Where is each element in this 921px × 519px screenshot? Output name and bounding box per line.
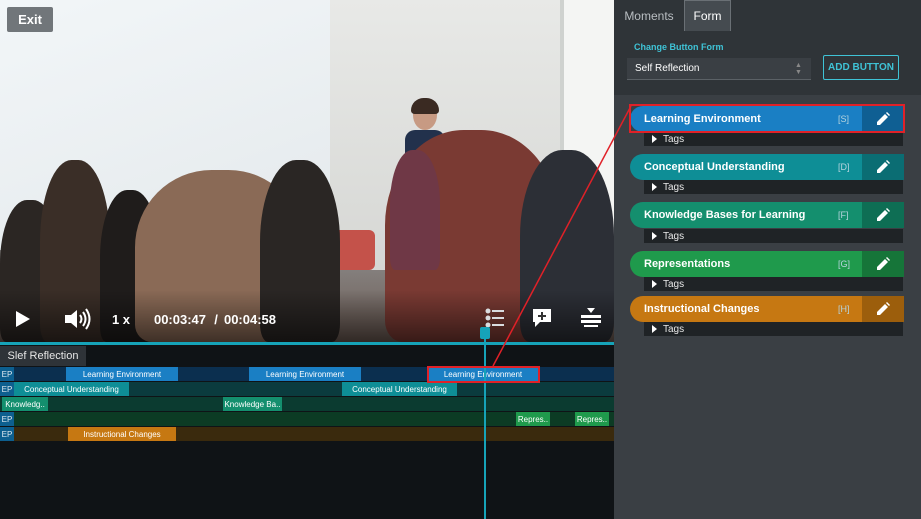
select-arrows-icon: ▲ ▼ — [795, 62, 802, 76]
pencil-icon[interactable] — [862, 202, 904, 228]
volume-icon[interactable] — [62, 307, 92, 331]
form-select[interactable]: Self Reflection — [627, 58, 811, 80]
category-label: Knowledge Bases for Learning — [644, 209, 806, 221]
add-button[interactable]: ADD BUTTON — [823, 55, 899, 80]
tags-toggle[interactable]: Tags — [644, 322, 903, 336]
tags-label: Tags — [663, 181, 685, 193]
tags-toggle[interactable]: Tags — [644, 277, 903, 291]
timeline-tab[interactable]: Slef Reflection — [0, 346, 86, 366]
exit-button[interactable]: Exit — [7, 7, 53, 32]
track-instructional-changes: EP Instructional Changes — [0, 427, 614, 441]
tags-label: Tags — [663, 230, 685, 242]
track-conceptual-understanding: EP Conceptual Understanding Conceptual U… — [0, 382, 614, 396]
tab-moments[interactable]: Moments — [614, 0, 684, 31]
change-form-label: Change Button Form — [634, 42, 724, 52]
category-label: Conceptual Understanding — [644, 161, 785, 173]
category-button-conceptual-understanding[interactable]: Conceptual Understanding [D] — [630, 154, 904, 180]
track-knowledge-bases: Knowledg.. Knowledge Ba.. — [0, 397, 614, 411]
timeline-progress-line — [0, 342, 614, 345]
caret-right-icon — [652, 232, 657, 240]
timeline-segment[interactable]: Knowledge Ba.. — [223, 397, 282, 411]
category-label: Representations — [644, 258, 731, 270]
tags-toggle[interactable]: Tags — [644, 180, 903, 194]
category-hotkey: [G] — [838, 259, 851, 269]
controls-overlay — [0, 290, 614, 342]
video-frame[interactable] — [0, 0, 614, 342]
playhead-handle[interactable] — [480, 327, 490, 339]
pencil-icon[interactable] — [862, 154, 904, 180]
tags-label: Tags — [663, 323, 685, 335]
caret-right-icon — [652, 183, 657, 191]
category-hotkey: [D] — [838, 162, 850, 172]
category-highlight-box — [629, 104, 905, 133]
play-icon[interactable] — [14, 309, 32, 329]
timeline-segment[interactable]: Instructional Changes — [68, 427, 176, 441]
current-time: 00:03:47 — [153, 311, 207, 327]
add-comment-icon[interactable] — [531, 306, 553, 330]
tags-toggle[interactable]: Tags — [644, 229, 903, 243]
playback-speed[interactable]: 1 x — [108, 309, 134, 329]
timeline-segment[interactable]: Learning Environment — [66, 367, 178, 381]
tags-toggle[interactable]: Tags — [644, 132, 903, 146]
timeline-segment[interactable]: Conceptual Understanding — [342, 382, 457, 396]
timeline-highlight-box — [427, 366, 540, 383]
tab-form[interactable]: Form — [684, 0, 731, 31]
track-representations: EP Repres.. Repres.. — [0, 412, 614, 426]
category-hotkey: [H] — [838, 304, 850, 314]
timeline-segment[interactable]: Learning Environment — [249, 367, 361, 381]
split-icon[interactable] — [580, 306, 602, 330]
timeline-segment[interactable]: Knowledg.. — [2, 397, 48, 411]
playhead[interactable] — [484, 330, 486, 519]
pencil-icon[interactable] — [862, 296, 904, 322]
ep-label: EP — [0, 412, 14, 426]
caret-right-icon — [652, 135, 657, 143]
category-hotkey: [F] — [838, 210, 849, 220]
category-button-instructional-changes[interactable]: Instructional Changes [H] — [630, 296, 904, 322]
category-label: Instructional Changes — [644, 303, 760, 315]
caret-right-icon — [652, 325, 657, 333]
time-separator: / — [214, 311, 218, 327]
tags-label: Tags — [663, 278, 685, 290]
timeline-segment[interactable]: Conceptual Understanding — [14, 382, 129, 396]
pencil-icon[interactable] — [862, 251, 904, 277]
category-button-representations[interactable]: Representations [G] — [630, 251, 904, 277]
timeline-segment[interactable]: Repres.. — [516, 412, 550, 426]
ep-label: EP — [0, 427, 14, 441]
category-button-knowledge-bases[interactable]: Knowledge Bases for Learning [F] — [630, 202, 904, 228]
tags-label: Tags — [663, 133, 685, 145]
timeline-segment[interactable]: Repres.. — [575, 412, 609, 426]
total-time: 00:04:58 — [223, 311, 277, 327]
ep-label: EP — [0, 382, 14, 396]
caret-right-icon — [652, 280, 657, 288]
ep-label: EP — [0, 367, 14, 381]
